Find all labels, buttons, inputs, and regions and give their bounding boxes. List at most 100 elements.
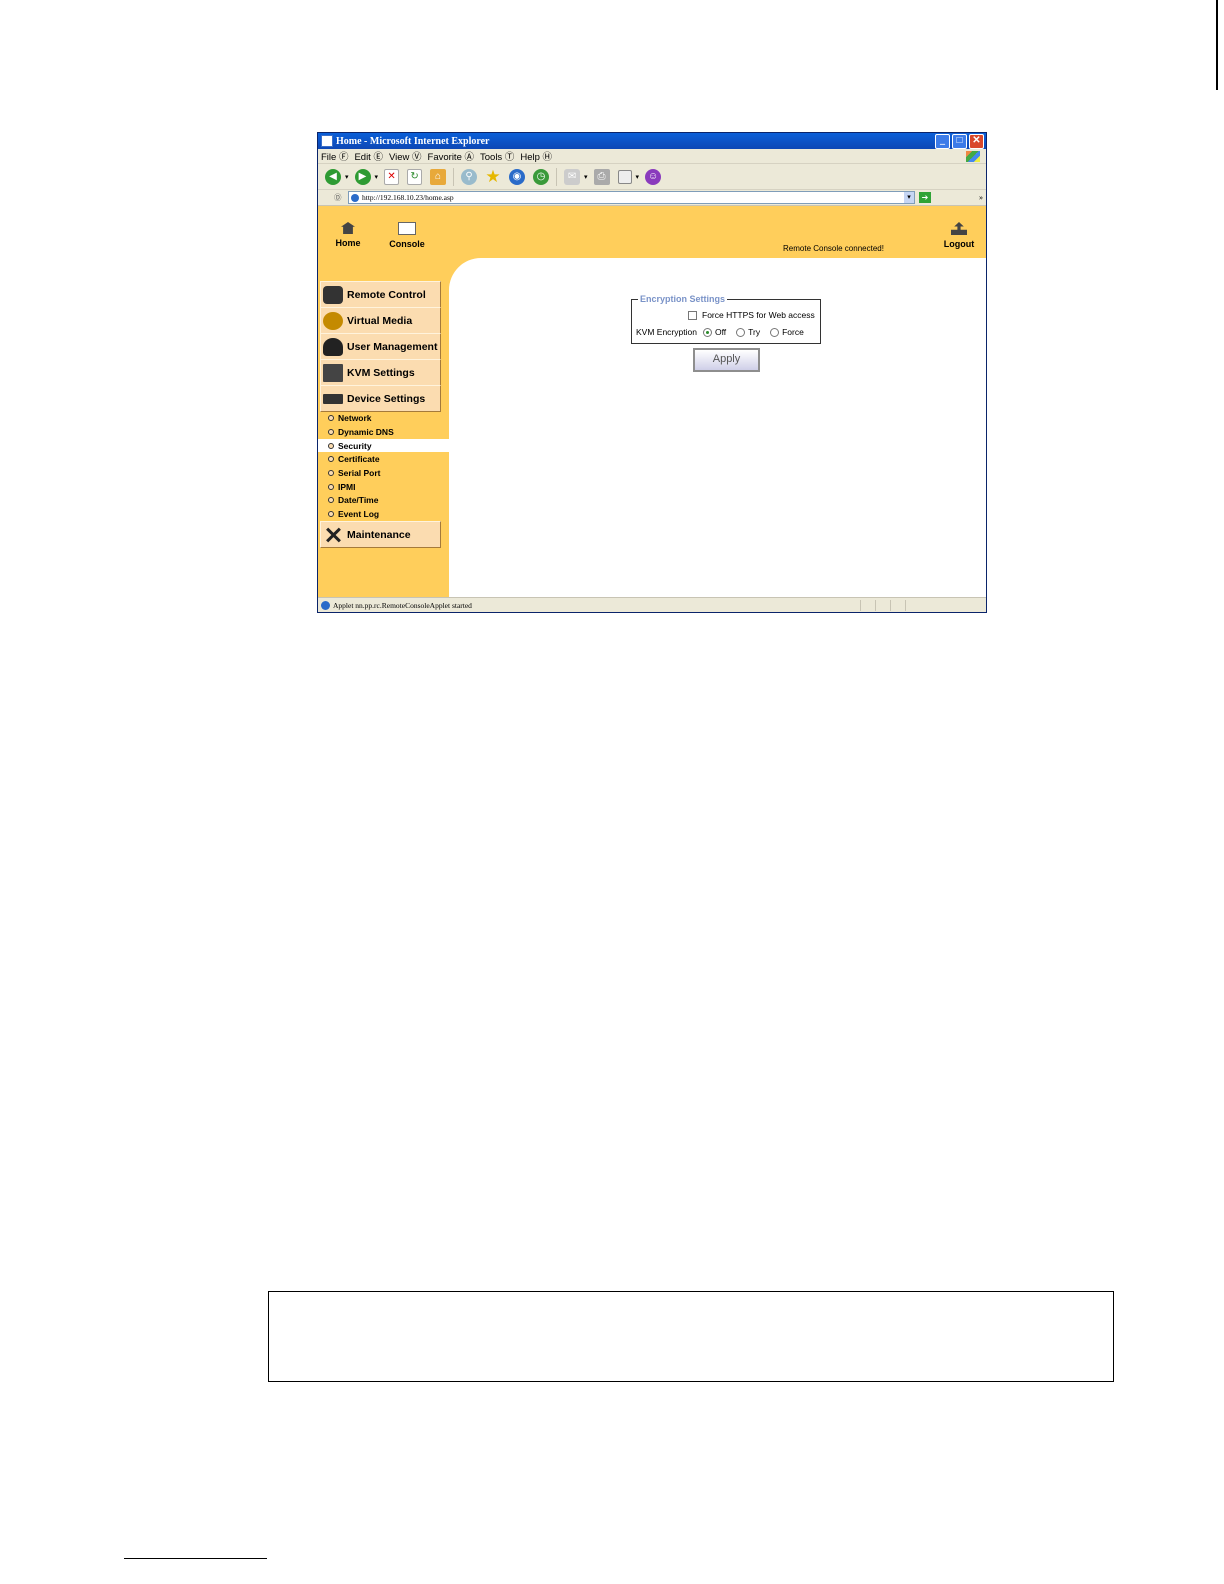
sidebar-item-dynamic-dns[interactable]: Dynamic DNS bbox=[318, 425, 449, 438]
page-icon bbox=[351, 193, 359, 202]
sidebar-item-label: Serial Port bbox=[338, 467, 381, 478]
sidebar-button-label: KVM Settings bbox=[347, 366, 415, 379]
address-url[interactable]: http://192.168.10.23/home.asp bbox=[362, 193, 904, 202]
toolbar-separator bbox=[556, 167, 558, 186]
nav-home-label: Home bbox=[335, 238, 361, 248]
window-title: Home - Microsoft Internet Explorer bbox=[336, 135, 490, 147]
nav-home[interactable]: Home bbox=[323, 222, 373, 248]
tools-icon bbox=[323, 526, 343, 544]
sidebar-item-label: Security bbox=[338, 440, 372, 451]
messenger-icon[interactable]: ☺ bbox=[645, 168, 662, 185]
search-icon[interactable]: ⚲ bbox=[461, 168, 478, 185]
address-bar: Ⓓ http://192.168.10.23/home.asp ▾ ➔ » bbox=[318, 190, 986, 206]
status-zone bbox=[905, 600, 986, 611]
back-icon[interactable]: ◀ bbox=[325, 168, 341, 185]
address-label: Ⓓ bbox=[334, 193, 342, 202]
kvm-radio-force[interactable] bbox=[770, 327, 780, 337]
sidebar-remote-control[interactable]: Remote Control bbox=[320, 281, 441, 308]
history-icon[interactable]: ◷ bbox=[533, 168, 550, 185]
nav-logout-label: Logout bbox=[943, 239, 975, 249]
favorites-icon[interactable]: ★ bbox=[485, 168, 501, 185]
menu-bar: File Ⓕ Edit Ⓔ View Ⓥ Favorite Ⓐ Tools Ⓣ … bbox=[318, 149, 986, 164]
sidebar-button-label: Device Settings bbox=[347, 392, 426, 405]
sidebar-item-event-log[interactable]: Event Log bbox=[318, 507, 449, 520]
chevron-right-icon[interactable]: » bbox=[979, 193, 983, 202]
force-https-row: Force HTTPS for Web access bbox=[688, 310, 815, 320]
kvm-settings-icon bbox=[323, 363, 343, 382]
user-management-icon bbox=[323, 337, 343, 356]
forward-dropdown-icon[interactable]: ▾ bbox=[375, 173, 379, 181]
device-settings-icon bbox=[323, 393, 343, 404]
sidebar-item-label: Event Log bbox=[338, 508, 380, 519]
menu-favorite[interactable]: Favorite Ⓐ bbox=[428, 149, 474, 163]
back-dropdown-icon[interactable]: ▾ bbox=[345, 173, 349, 181]
status-bar: Applet nn.pp.rc.RemoteConsoleApplet star… bbox=[318, 597, 986, 612]
browser-window: Home - Microsoft Internet Explorer _ □ ✕… bbox=[317, 132, 987, 613]
web-content: Home Console Remote Console connected! L… bbox=[318, 206, 986, 597]
forward-icon[interactable]: ▶ bbox=[354, 168, 371, 185]
kvm-encryption-label: KVM Encryption bbox=[636, 327, 697, 337]
sidebar-kvm-settings[interactable]: KVM Settings bbox=[320, 359, 441, 386]
toolbar-separator bbox=[453, 167, 455, 186]
sidebar-item-label: Dynamic DNS bbox=[338, 426, 394, 437]
go-icon[interactable]: ➔ bbox=[919, 192, 931, 203]
bullet-icon bbox=[328, 496, 334, 503]
status-text: Applet nn.pp.rc.RemoteConsoleApplet star… bbox=[333, 601, 472, 610]
kvm-radio-try[interactable] bbox=[736, 327, 746, 337]
toolbar: ◀ ▾ ▶ ▾ ✕ ↻ ⌂ ⚲ ★ ◉ ◷ ✉ ▾ ⎙ ▾ ☺ bbox=[318, 164, 986, 190]
maximize-button[interactable]: □ bbox=[952, 133, 967, 149]
address-input[interactable]: http://192.168.10.23/home.asp ▾ bbox=[348, 191, 915, 204]
sidebar-button-label: Virtual Media bbox=[347, 314, 413, 327]
bullet-icon bbox=[328, 469, 334, 476]
remote-control-icon bbox=[323, 285, 343, 304]
connection-status: Remote Console connected! bbox=[783, 244, 884, 253]
ie-icon bbox=[321, 135, 333, 147]
sidebar-item-security[interactable]: Security bbox=[318, 439, 449, 452]
menu-file[interactable]: File Ⓕ bbox=[321, 149, 348, 163]
mail-icon[interactable]: ✉ bbox=[564, 168, 581, 185]
note-box bbox=[268, 1291, 1114, 1382]
menu-help[interactable]: Help Ⓗ bbox=[520, 149, 552, 163]
bullet-icon bbox=[328, 510, 334, 517]
nav-logout[interactable]: Logout bbox=[934, 222, 984, 249]
encryption-settings-group: Encryption Settings Force HTTPS for Web … bbox=[631, 294, 821, 344]
sidebar-item-label: Date/Time bbox=[338, 494, 379, 505]
kvm-radio-force-label: Force bbox=[782, 327, 804, 337]
sidebar-maintenance[interactable]: Maintenance bbox=[320, 521, 441, 548]
encryption-settings-legend: Encryption Settings bbox=[638, 294, 728, 304]
stop-icon[interactable]: ✕ bbox=[384, 168, 400, 185]
sidebar-user-management[interactable]: User Management bbox=[320, 333, 441, 360]
sidebar-item-certificate[interactable]: Certificate bbox=[318, 452, 449, 465]
mail-dropdown-icon[interactable]: ▾ bbox=[584, 173, 588, 181]
sidebar-item-network[interactable]: Network bbox=[318, 411, 449, 424]
nav-console-label: Console bbox=[389, 239, 425, 249]
home-icon bbox=[341, 222, 355, 234]
status-cell bbox=[890, 600, 905, 611]
sidebar-item-ipmi[interactable]: IPMI bbox=[318, 480, 449, 493]
minimize-button[interactable]: _ bbox=[935, 133, 950, 149]
force-https-checkbox[interactable] bbox=[688, 310, 697, 320]
media-icon[interactable]: ◉ bbox=[509, 168, 526, 185]
sidebar-virtual-media[interactable]: Virtual Media bbox=[320, 307, 441, 334]
apply-button[interactable]: Apply bbox=[693, 348, 760, 372]
sidebar-item-date-time[interactable]: Date/Time bbox=[318, 493, 449, 506]
nav-console[interactable]: Console bbox=[382, 222, 432, 249]
status-cell bbox=[875, 600, 890, 611]
menu-tools[interactable]: Tools Ⓣ bbox=[480, 149, 514, 163]
sidebar-device-settings[interactable]: Device Settings bbox=[320, 385, 441, 412]
kvm-radio-off[interactable] bbox=[702, 327, 712, 337]
print-icon[interactable]: ⎙ bbox=[593, 168, 610, 185]
refresh-icon[interactable]: ↻ bbox=[407, 168, 423, 185]
sidebar-item-serial-port[interactable]: Serial Port bbox=[318, 466, 449, 479]
kvm-radio-try-label: Try bbox=[748, 327, 761, 337]
edit-icon[interactable] bbox=[617, 169, 632, 184]
menu-view[interactable]: View Ⓥ bbox=[389, 149, 422, 163]
force-https-label: Force HTTPS for Web access bbox=[702, 310, 815, 320]
edit-dropdown-icon[interactable]: ▾ bbox=[636, 173, 640, 181]
status-cell bbox=[860, 600, 875, 611]
address-dropdown-icon[interactable]: ▾ bbox=[904, 192, 914, 203]
home-icon[interactable]: ⌂ bbox=[430, 168, 447, 185]
close-button[interactable]: ✕ bbox=[969, 133, 984, 149]
menu-edit[interactable]: Edit Ⓔ bbox=[354, 149, 383, 163]
bullet-icon bbox=[328, 414, 334, 421]
